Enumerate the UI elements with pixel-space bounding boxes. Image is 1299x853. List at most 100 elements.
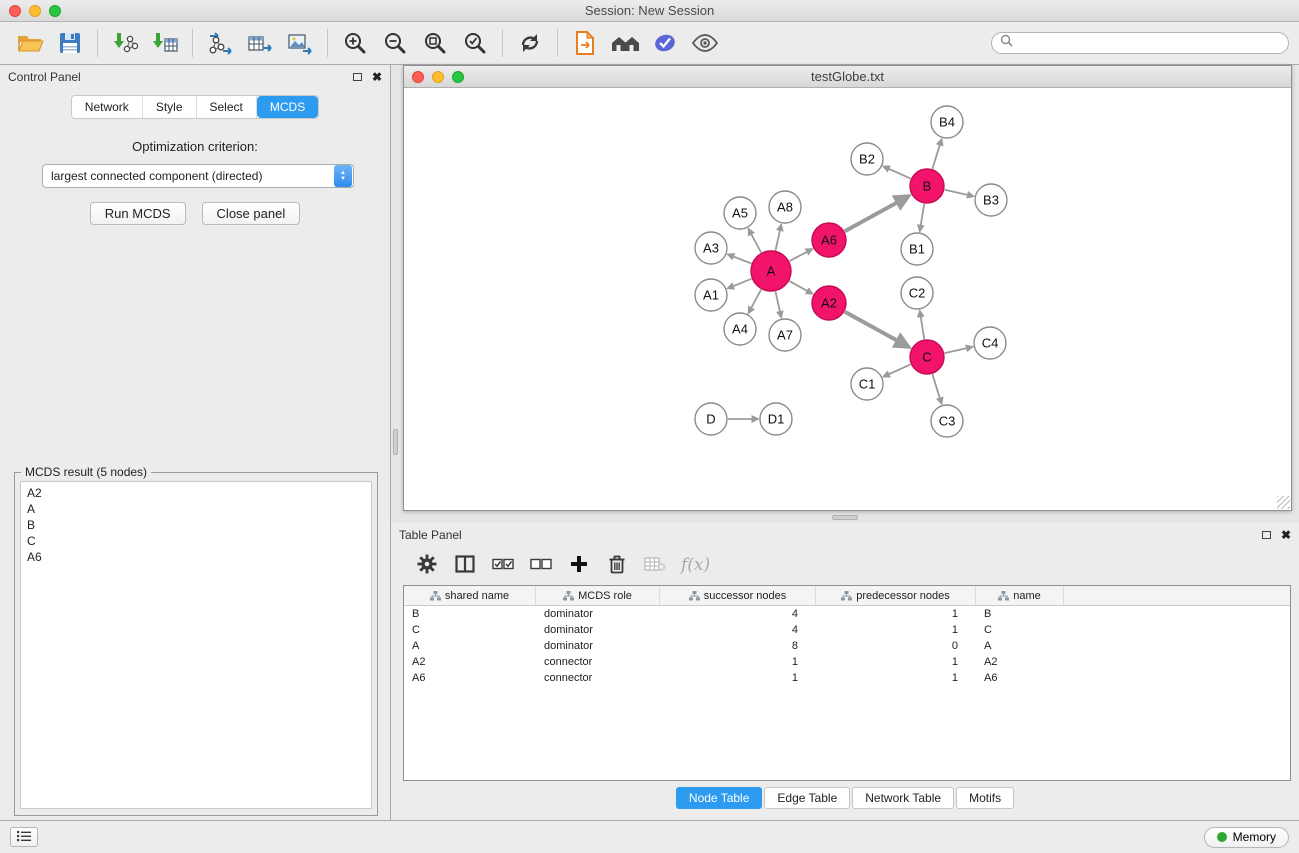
zoom-window-button[interactable] bbox=[49, 5, 61, 17]
graph-edge-C-C4[interactable] bbox=[945, 347, 973, 353]
graph-edge-A-A7[interactable] bbox=[776, 292, 782, 318]
validate-button[interactable] bbox=[645, 25, 685, 61]
graph-edge-A-A8[interactable] bbox=[776, 225, 782, 251]
table-cell[interactable]: dominator bbox=[536, 606, 660, 622]
graph-node-A4[interactable]: A4 bbox=[724, 313, 756, 345]
mcds-result-item[interactable]: A6 bbox=[21, 549, 371, 565]
graph-node-B[interactable]: B bbox=[910, 169, 944, 203]
minimize-window-button[interactable] bbox=[29, 5, 41, 17]
graph-edge-A2-C[interactable] bbox=[845, 312, 909, 347]
graph-node-A[interactable]: A bbox=[751, 251, 791, 291]
show-columns-button[interactable] bbox=[449, 550, 481, 580]
tab-network-table[interactable]: Network Table bbox=[852, 787, 954, 809]
graph-node-B2[interactable]: B2 bbox=[851, 143, 883, 175]
graph-edge-A6-B[interactable] bbox=[845, 196, 909, 231]
mcds-result-item[interactable]: C bbox=[21, 533, 371, 549]
graph-edge-A-A4[interactable] bbox=[749, 290, 762, 314]
graph-edge-C-C3[interactable] bbox=[932, 374, 941, 404]
search-input[interactable] bbox=[1018, 36, 1280, 50]
graph-edge-B-B4[interactable] bbox=[932, 139, 941, 169]
mcds-result-item[interactable]: A bbox=[21, 501, 371, 517]
network-minimize-button[interactable] bbox=[432, 71, 444, 83]
graph-node-C1[interactable]: C1 bbox=[851, 368, 883, 400]
graph-edge-B-B3[interactable] bbox=[945, 190, 974, 196]
toggle-visibility-button[interactable] bbox=[685, 25, 725, 61]
open-session-button[interactable] bbox=[10, 25, 50, 61]
table-cell[interactable]: C bbox=[976, 622, 1064, 638]
tab-select[interactable]: Select bbox=[197, 96, 257, 118]
table-cell[interactable]: 1 bbox=[816, 606, 976, 622]
apply-layout-button[interactable] bbox=[510, 25, 550, 61]
tab-mcds[interactable]: MCDS bbox=[257, 96, 318, 118]
table-cell[interactable]: A bbox=[976, 638, 1064, 654]
table-row[interactable]: A2connector11A2 bbox=[404, 654, 1290, 670]
export-network-button[interactable] bbox=[200, 25, 240, 61]
graph-node-A5[interactable]: A5 bbox=[724, 197, 756, 229]
close-window-button[interactable] bbox=[9, 5, 21, 17]
zoom-in-button[interactable] bbox=[335, 25, 375, 61]
graph-node-D1[interactable]: D1 bbox=[760, 403, 792, 435]
table-cell[interactable]: 0 bbox=[816, 638, 976, 654]
column-header-shared-name[interactable]: shared name bbox=[404, 586, 536, 606]
create-column-button[interactable] bbox=[563, 550, 595, 580]
graph-node-C[interactable]: C bbox=[910, 340, 944, 374]
export-image-button[interactable] bbox=[280, 25, 320, 61]
network-graph[interactable]: B4B2BB3A5A8A6A3B1AC2A1A2A4A7C4CC1C3DD1 bbox=[404, 88, 1290, 509]
graph-edge-A-A5[interactable] bbox=[749, 229, 762, 253]
graph-edge-B-B2[interactable] bbox=[883, 166, 910, 178]
table-cell[interactable]: 1 bbox=[816, 654, 976, 670]
float-table-panel-icon[interactable] bbox=[1262, 531, 1271, 539]
table-cell[interactable]: 1 bbox=[660, 670, 816, 686]
column-header-predecessor-nodes[interactable]: predecessor nodes bbox=[816, 586, 976, 606]
graph-node-B3[interactable]: B3 bbox=[975, 184, 1007, 216]
table-settings-button[interactable] bbox=[411, 550, 443, 580]
column-header-name[interactable]: name bbox=[976, 586, 1064, 606]
ndex-home-button[interactable] bbox=[605, 25, 645, 61]
graph-edge-A-A3[interactable] bbox=[728, 254, 752, 263]
network-zoom-button[interactable] bbox=[452, 71, 464, 83]
function-builder-button[interactable]: f(x) bbox=[681, 555, 710, 575]
network-canvas[interactable]: B4B2BB3A5A8A6A3B1AC2A1A2A4A7C4CC1C3DD1 bbox=[404, 88, 1291, 510]
graph-node-D[interactable]: D bbox=[695, 403, 727, 435]
open-report-button[interactable] bbox=[565, 25, 605, 61]
deselect-all-columns-button[interactable] bbox=[525, 550, 557, 580]
close-panel-icon[interactable]: ✖ bbox=[372, 70, 382, 84]
table-cell[interactable]: A bbox=[404, 638, 536, 654]
graph-edge-A-A2[interactable] bbox=[789, 281, 812, 294]
import-network-button[interactable] bbox=[105, 25, 145, 61]
select-all-columns-button[interactable] bbox=[487, 550, 519, 580]
graph-edge-C-C1[interactable] bbox=[883, 364, 910, 376]
table-cell[interactable]: A6 bbox=[976, 670, 1064, 686]
import-table-button[interactable] bbox=[145, 25, 185, 61]
graph-edge-C-C2[interactable] bbox=[920, 311, 924, 339]
table-cell[interactable]: connector bbox=[536, 654, 660, 670]
graph-edge-A-A6[interactable] bbox=[790, 249, 813, 261]
network-close-button[interactable] bbox=[412, 71, 424, 83]
table-cell[interactable]: A6 bbox=[404, 670, 536, 686]
close-panel-button[interactable]: Close panel bbox=[202, 202, 301, 225]
column-header-MCDS-role[interactable]: MCDS role bbox=[536, 586, 660, 606]
table-cell[interactable]: dominator bbox=[536, 638, 660, 654]
table-cell[interactable]: 8 bbox=[660, 638, 816, 654]
graph-node-B1[interactable]: B1 bbox=[901, 233, 933, 265]
graph-edge-B-B1[interactable] bbox=[920, 204, 924, 231]
memory-button[interactable]: Memory bbox=[1204, 827, 1289, 848]
horizontal-splitter-handle[interactable] bbox=[832, 515, 858, 520]
delete-table-button[interactable] bbox=[639, 550, 671, 580]
graph-node-A1[interactable]: A1 bbox=[695, 279, 727, 311]
table-cell[interactable]: C bbox=[404, 622, 536, 638]
graph-node-C2[interactable]: C2 bbox=[901, 277, 933, 309]
tab-motifs[interactable]: Motifs bbox=[956, 787, 1014, 809]
window-resize-grip[interactable] bbox=[1277, 496, 1290, 509]
mcds-result-item[interactable]: A2 bbox=[21, 485, 371, 501]
float-panel-icon[interactable] bbox=[353, 73, 362, 81]
table-cell[interactable]: 4 bbox=[660, 622, 816, 638]
run-mcds-button[interactable]: Run MCDS bbox=[90, 202, 186, 225]
graph-node-A3[interactable]: A3 bbox=[695, 232, 727, 264]
tab-edge-table[interactable]: Edge Table bbox=[764, 787, 850, 809]
task-history-button[interactable] bbox=[10, 827, 38, 847]
graph-node-A6[interactable]: A6 bbox=[812, 223, 846, 257]
zoom-selected-button[interactable] bbox=[455, 25, 495, 61]
table-row[interactable]: Cdominator41C bbox=[404, 622, 1290, 638]
close-table-panel-icon[interactable]: ✖ bbox=[1281, 528, 1291, 542]
